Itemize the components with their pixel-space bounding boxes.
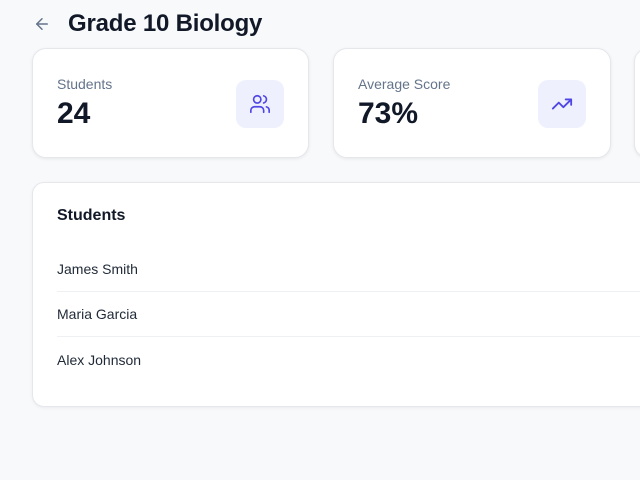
trending-up-icon	[551, 98, 573, 110]
stat-card-average-score: Average Score 73%	[333, 48, 611, 158]
student-list: James Smith Maria Garcia Alex Johnson	[57, 247, 640, 382]
stat-label: Average Score	[358, 76, 451, 92]
arrow-left-icon	[36, 18, 48, 30]
stat-card-partial	[634, 48, 640, 158]
stat-label: Students	[57, 76, 113, 92]
stat-card-students: Students 24	[32, 48, 309, 158]
students-panel: Students James Smith Maria Garcia Alex J…	[32, 182, 640, 407]
stat-icon-box	[236, 80, 284, 128]
users-icon	[250, 94, 270, 114]
page-header: Grade 10 Biology	[30, 8, 262, 40]
page-title: Grade 10 Biology	[68, 10, 263, 37]
back-button[interactable]	[30, 12, 54, 36]
student-row[interactable]: Maria Garcia	[57, 292, 640, 337]
stat-icon-box	[538, 80, 586, 128]
student-row[interactable]: James Smith	[57, 247, 640, 292]
student-row[interactable]: Alex Johnson	[57, 337, 640, 382]
page: Grade 10 Biology Students 24 Average Sco…	[0, 0, 640, 480]
panel-title: Students	[57, 207, 126, 224]
stat-value: 24	[57, 97, 91, 130]
stat-value: 73%	[358, 97, 419, 130]
